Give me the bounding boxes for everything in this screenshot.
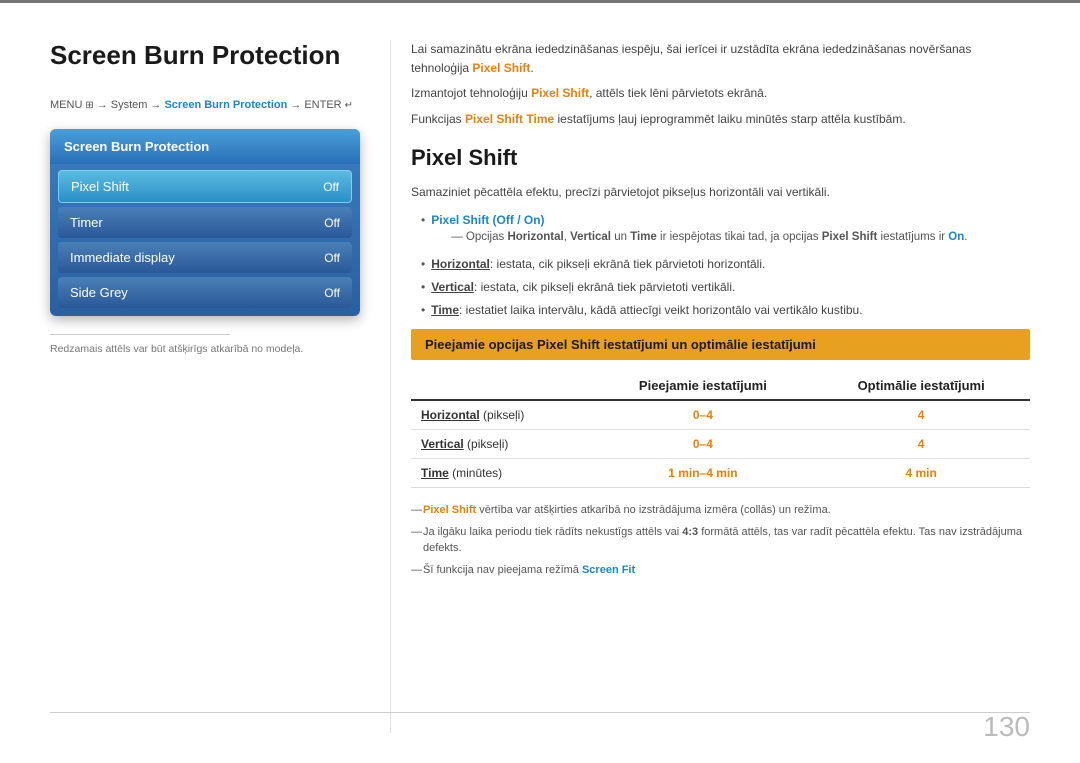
sub-hl-on: On xyxy=(948,231,964,243)
menu-item-immediate-display[interactable]: Immediate display Off xyxy=(58,242,352,273)
immediate-display-value: Off xyxy=(324,251,340,265)
bullet-1-content: Pixel Shift (Off / On) ― Opcijas Horizon… xyxy=(431,211,967,250)
bullet-dot-1: • xyxy=(421,211,425,250)
menu-item-pixel-shift[interactable]: Pixel Shift Off xyxy=(58,170,352,203)
breadcrumb: MENU ⊞ → System → Screen Burn Protection… xyxy=(50,99,360,111)
sub-hl-time: Time xyxy=(630,231,657,243)
sub-bullet-1: ― Opcijas Horizontal, Vertical un Time i… xyxy=(451,229,967,246)
page-number: 130 xyxy=(983,711,1030,743)
table-cell-col3-1: 4 xyxy=(812,430,1030,459)
bullet-dot-3: • xyxy=(421,278,425,296)
left-column: Screen Burn Protection MENU ⊞ → System →… xyxy=(50,40,390,733)
table-row: Vertical (pikseļi) 0–4 4 xyxy=(411,430,1030,459)
table-header-1: Pieejamie iestatījumi xyxy=(593,372,812,400)
top-rule xyxy=(0,0,1080,3)
table-cell-label-1: Vertical (pikseļi) xyxy=(411,430,593,459)
breadcrumb-arrow3: → xyxy=(290,99,301,111)
row-label-0: Horizontal xyxy=(421,408,480,422)
table-header-2: Optimālie iestatījumi xyxy=(812,372,1030,400)
immediate-display-label: Immediate display xyxy=(70,250,175,265)
bottom-rule xyxy=(50,712,1030,713)
breadcrumb-menu: MENU xyxy=(50,99,82,111)
sub-hl-horizontal: Horizontal xyxy=(507,231,563,243)
side-grey-value: Off xyxy=(324,286,340,300)
bullet-1-hl: Pixel Shift (Off / On) xyxy=(431,213,544,227)
row-label-1: Vertical xyxy=(421,437,464,451)
menu-items: Pixel Shift Off Timer Off Immediate disp… xyxy=(50,164,360,316)
bullet-4: • Time: iestatiet laika intervālu, kādā … xyxy=(421,301,1030,319)
bullet-4-hl: Time xyxy=(431,303,459,317)
row-col2-1: 0–4 xyxy=(693,437,713,451)
bullet-2-hl: Horizontal xyxy=(431,257,490,271)
timer-value: Off xyxy=(324,216,340,230)
bullet-dot-4: • xyxy=(421,301,425,319)
breadcrumb-highlight: Screen Burn Protection xyxy=(164,99,287,111)
row-col3-0: 4 xyxy=(918,408,925,422)
table-row: Horizontal (pikseļi) 0–4 4 xyxy=(411,400,1030,430)
bullet-list: • Pixel Shift (Off / On) ― Opcijas Horiz… xyxy=(421,211,1030,319)
footnotes-bottom: Pixel Shift vērtība var atšķirties atkar… xyxy=(411,502,1030,578)
bullet-2-content: Horizontal: iestata, cik pikseļi ekrānā … xyxy=(431,255,765,273)
footnote-hl-2: 4:3 xyxy=(682,526,698,538)
footnote-bottom-1: Pixel Shift vērtība var atšķirties atkar… xyxy=(411,502,1030,519)
footnote-bottom-2: Ja ilgāku laika periodu tiek rādīts neku… xyxy=(411,524,1030,557)
row-col2-2: 1 min–4 min xyxy=(668,466,737,480)
left-footnote: Redzamais attēls var būt atšķirīgs atkar… xyxy=(50,343,360,355)
menu-box: Screen Burn Protection Pixel Shift Off T… xyxy=(50,129,360,316)
table-cell-label-0: Horizontal (pikseļi) xyxy=(411,400,593,430)
table-row: Time (minūtes) 1 min–4 min 4 min xyxy=(411,459,1030,488)
table-cell-col3-0: 4 xyxy=(812,400,1030,430)
sub-hl-vertical: Vertical xyxy=(570,231,611,243)
intro-highlight-2: Pixel Shift xyxy=(531,86,589,100)
footnote-bottom-3: Šī funkcija nav pieejama režīmā Screen F… xyxy=(411,562,1030,579)
side-grey-label: Side Grey xyxy=(70,285,128,300)
intro-paragraph-1: Lai samazinātu ekrāna iededzināšanas ies… xyxy=(411,40,1030,78)
table-header-0 xyxy=(411,372,593,400)
bullet-3-hl: Vertical xyxy=(431,280,474,294)
pixel-shift-title: Pixel Shift xyxy=(411,145,1030,171)
menu-item-timer[interactable]: Timer Off xyxy=(58,207,352,238)
table-cell-label-2: Time (minūtes) xyxy=(411,459,593,488)
footnote-hl-1: Pixel Shift xyxy=(423,504,476,516)
table-cell-col2-2: 1 min–4 min xyxy=(593,459,812,488)
right-column: Lai samazinātu ekrāna iededzināšanas ies… xyxy=(390,40,1030,733)
breadcrumb-arrow1: → xyxy=(97,99,108,111)
bullet-dot-2: • xyxy=(421,255,425,273)
bullet-2: • Horizontal: iestata, cik pikseļi ekrān… xyxy=(421,255,1030,273)
page-title: Screen Burn Protection xyxy=(50,40,360,79)
footnote-hl-3: Screen Fit xyxy=(582,564,635,576)
section-desc: Samaziniet pēcattēla efektu, precīzi pār… xyxy=(411,183,1030,201)
breadcrumb-enter: ENTER xyxy=(304,99,341,111)
table-cell-col2-1: 0–4 xyxy=(593,430,812,459)
intro-highlight-3: Pixel Shift Time xyxy=(465,112,554,126)
highlight-banner: Pieejamie opcijas Pixel Shift iestatījum… xyxy=(411,329,1030,360)
breadcrumb-system: System xyxy=(111,99,148,111)
intro-paragraph-2: Izmantojot tehnoloģiju Pixel Shift, attē… xyxy=(411,84,1030,103)
timer-label: Timer xyxy=(70,215,103,230)
menu-item-side-grey[interactable]: Side Grey Off xyxy=(58,277,352,308)
bullet-1: • Pixel Shift (Off / On) ― Opcijas Horiz… xyxy=(421,211,1030,250)
bullet-3: • Vertical: iestata, cik pikseļi ekrānā … xyxy=(421,278,1030,296)
sub-hl-pixelshift: Pixel Shift xyxy=(822,231,878,243)
table-cell-col3-2: 4 min xyxy=(812,459,1030,488)
row-col3-1: 4 xyxy=(918,437,925,451)
breadcrumb-arrow2: → xyxy=(150,99,161,111)
intro-paragraph-3: Funkcijas Pixel Shift Time iestatījums ļ… xyxy=(411,110,1030,129)
footnote-divider xyxy=(50,334,230,335)
row-col2-0: 0–4 xyxy=(693,408,713,422)
table-cell-col2-0: 0–4 xyxy=(593,400,812,430)
pixel-shift-label: Pixel Shift xyxy=(71,179,129,194)
settings-table: Pieejamie iestatījumi Optimālie iestatīj… xyxy=(411,372,1030,488)
pixel-shift-value: Off xyxy=(323,180,339,194)
intro-highlight-1: Pixel Shift xyxy=(472,61,530,75)
bullet-4-content: Time: iestatiet laika intervālu, kādā at… xyxy=(431,301,862,319)
bullet-3-content: Vertical: iestata, cik pikseļi ekrānā ti… xyxy=(431,278,735,296)
menu-box-header: Screen Burn Protection xyxy=(50,129,360,164)
row-label-2: Time xyxy=(421,466,449,480)
row-col3-2: 4 min xyxy=(905,466,936,480)
